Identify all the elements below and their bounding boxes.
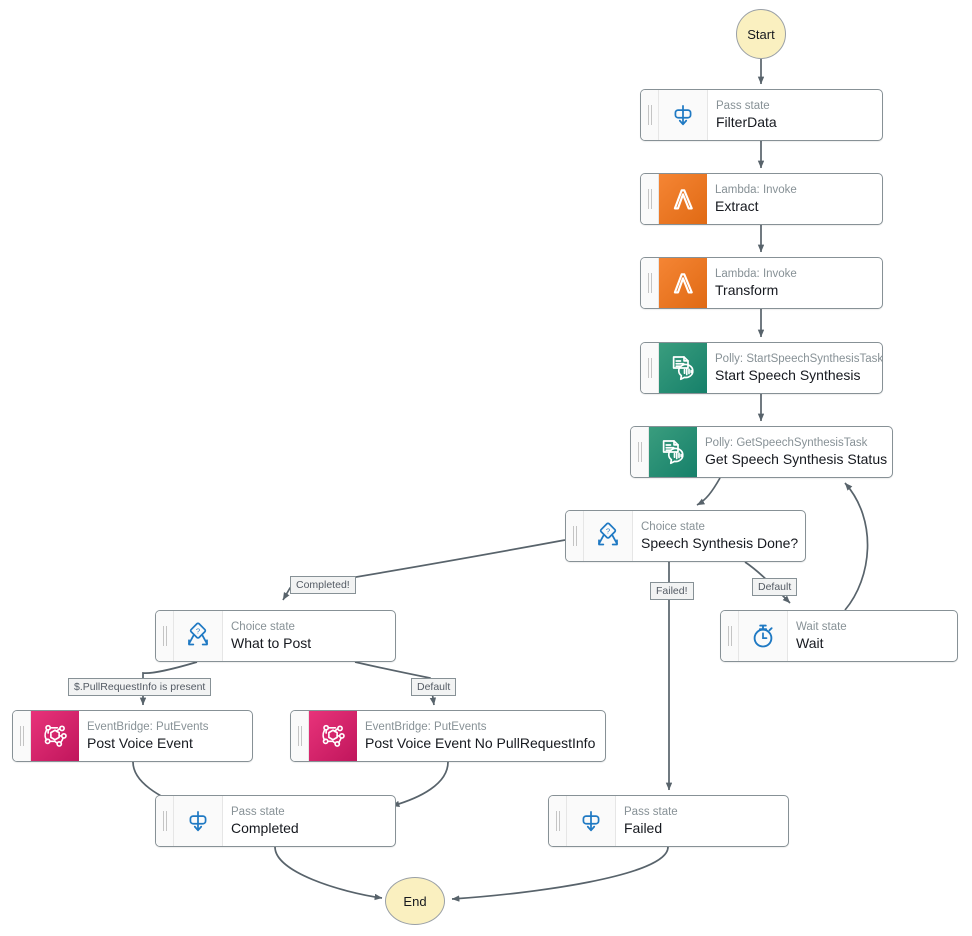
choice-state-icon: ? (584, 511, 633, 561)
pass-state-icon (567, 796, 616, 846)
eventbridge-icon (309, 711, 357, 761)
start-node[interactable]: Start (736, 9, 786, 59)
node-type: Pass state (624, 806, 678, 818)
node-labels: Choice state What to Post (223, 611, 395, 661)
drag-handle[interactable] (156, 611, 174, 661)
state-node-speech-synthesis-done[interactable]: ? Choice state Speech Synthesis Done? (565, 510, 806, 562)
node-title: Speech Synthesis Done? (641, 535, 799, 551)
node-labels: EventBridge: PutEvents Post Voice Event (79, 711, 252, 761)
edge-label-default-post: Default (411, 678, 457, 696)
node-type: Lambda: Invoke (715, 268, 797, 280)
edge-label-completed: Completed! (290, 576, 356, 594)
edge-label-failed: Failed! (650, 582, 694, 600)
node-title: Start Speech Synthesis (715, 367, 861, 383)
node-labels: Lambda: Invoke Extract (707, 174, 882, 224)
node-type: EventBridge: PutEvents (87, 721, 209, 733)
node-type: Choice state (231, 621, 295, 633)
node-type: Polly: StartSpeechSynthesisTask (715, 353, 883, 365)
state-node-extract[interactable]: Lambda: Invoke Extract (640, 173, 883, 225)
node-title: What to Post (231, 635, 312, 651)
drag-handle[interactable] (641, 343, 659, 393)
end-node-label: End (403, 893, 427, 909)
state-node-transform[interactable]: Lambda: Invoke Transform (640, 257, 883, 309)
state-node-filterdata[interactable]: Pass state FilterData (640, 89, 883, 141)
node-title: Get Speech Synthesis Status (705, 451, 888, 467)
node-title: Failed (624, 820, 663, 836)
state-node-what-to-post[interactable]: ? Choice state What to Post (155, 610, 396, 662)
pass-state-icon (659, 90, 708, 140)
drag-handle[interactable] (156, 796, 174, 846)
polly-icon (659, 343, 707, 393)
pass-state-icon (174, 796, 223, 846)
node-labels: Polly: StartSpeechSynthesisTask Start Sp… (707, 343, 882, 393)
state-node-completed[interactable]: Pass state Completed (155, 795, 396, 847)
node-title: Transform (715, 282, 779, 298)
edge-failed-end (451, 846, 669, 902)
drag-handle[interactable] (549, 796, 567, 846)
eventbridge-icon (31, 711, 79, 761)
node-labels: Wait state Wait (788, 611, 957, 661)
node-labels: Pass state Completed (223, 796, 395, 846)
workflow-canvas: Start End Pass state FilterData Lambda: … (0, 0, 972, 936)
edge-completed-end (274, 846, 383, 901)
drag-handle[interactable] (641, 258, 659, 308)
node-title: Extract (715, 198, 759, 214)
start-node-label: Start (747, 26, 775, 42)
state-node-failed[interactable]: Pass state Failed (548, 795, 789, 847)
node-labels: Pass state FilterData (708, 90, 882, 140)
node-labels: Lambda: Invoke Transform (707, 258, 882, 308)
node-labels: Choice state Speech Synthesis Done? (633, 511, 805, 561)
drag-handle[interactable] (721, 611, 739, 661)
node-type: EventBridge: PutEvents (365, 721, 487, 733)
drag-handle[interactable] (641, 174, 659, 224)
node-type: Pass state (231, 806, 285, 818)
edge-label-default-wait: Default (752, 578, 798, 596)
node-labels: Polly: GetSpeechSynthesisTask Get Speech… (697, 427, 892, 477)
state-node-post-voice-event-no-pullrequestinfo[interactable]: EventBridge: PutEvents Post Voice Event … (290, 710, 606, 762)
drag-handle[interactable] (631, 427, 649, 477)
node-type: Choice state (641, 521, 705, 533)
polly-icon (649, 427, 697, 477)
node-title: Wait (796, 635, 824, 651)
drag-handle[interactable] (13, 711, 31, 761)
choice-state-icon: ? (174, 611, 223, 661)
node-labels: EventBridge: PutEvents Post Voice Event … (357, 711, 605, 761)
node-title: Post Voice Event No PullRequestInfo (365, 735, 596, 751)
node-type: Lambda: Invoke (715, 184, 797, 196)
end-node[interactable]: End (385, 877, 445, 925)
state-node-post-voice-event[interactable]: EventBridge: PutEvents Post Voice Event (12, 710, 253, 762)
node-labels: Pass state Failed (616, 796, 788, 846)
edge-wait-getspeech (844, 482, 869, 611)
svg-text:?: ? (196, 627, 200, 636)
node-title: FilterData (716, 114, 777, 130)
node-title: Post Voice Event (87, 735, 193, 751)
edge-getspeech-synthdone (696, 477, 721, 506)
lambda-icon (659, 258, 707, 308)
node-title: Completed (231, 820, 299, 836)
edge-postvoicenopr-completed (391, 761, 449, 808)
edge-label-pullrequestinfo-present: $.PullRequestInfo is present (68, 678, 212, 696)
node-type: Polly: GetSpeechSynthesisTask (705, 437, 868, 449)
drag-handle[interactable] (291, 711, 309, 761)
svg-text:?: ? (606, 527, 610, 536)
drag-handle[interactable] (566, 511, 584, 561)
state-node-get-speech-synthesis-status[interactable]: Polly: GetSpeechSynthesisTask Get Speech… (630, 426, 893, 478)
node-type: Pass state (716, 100, 770, 112)
node-type: Wait state (796, 621, 847, 633)
wait-state-icon (739, 611, 788, 661)
state-node-wait[interactable]: Wait state Wait (720, 610, 958, 662)
drag-handle[interactable] (641, 90, 659, 140)
state-node-start-speech-synthesis[interactable]: Polly: StartSpeechSynthesisTask Start Sp… (640, 342, 883, 394)
lambda-icon (659, 174, 707, 224)
